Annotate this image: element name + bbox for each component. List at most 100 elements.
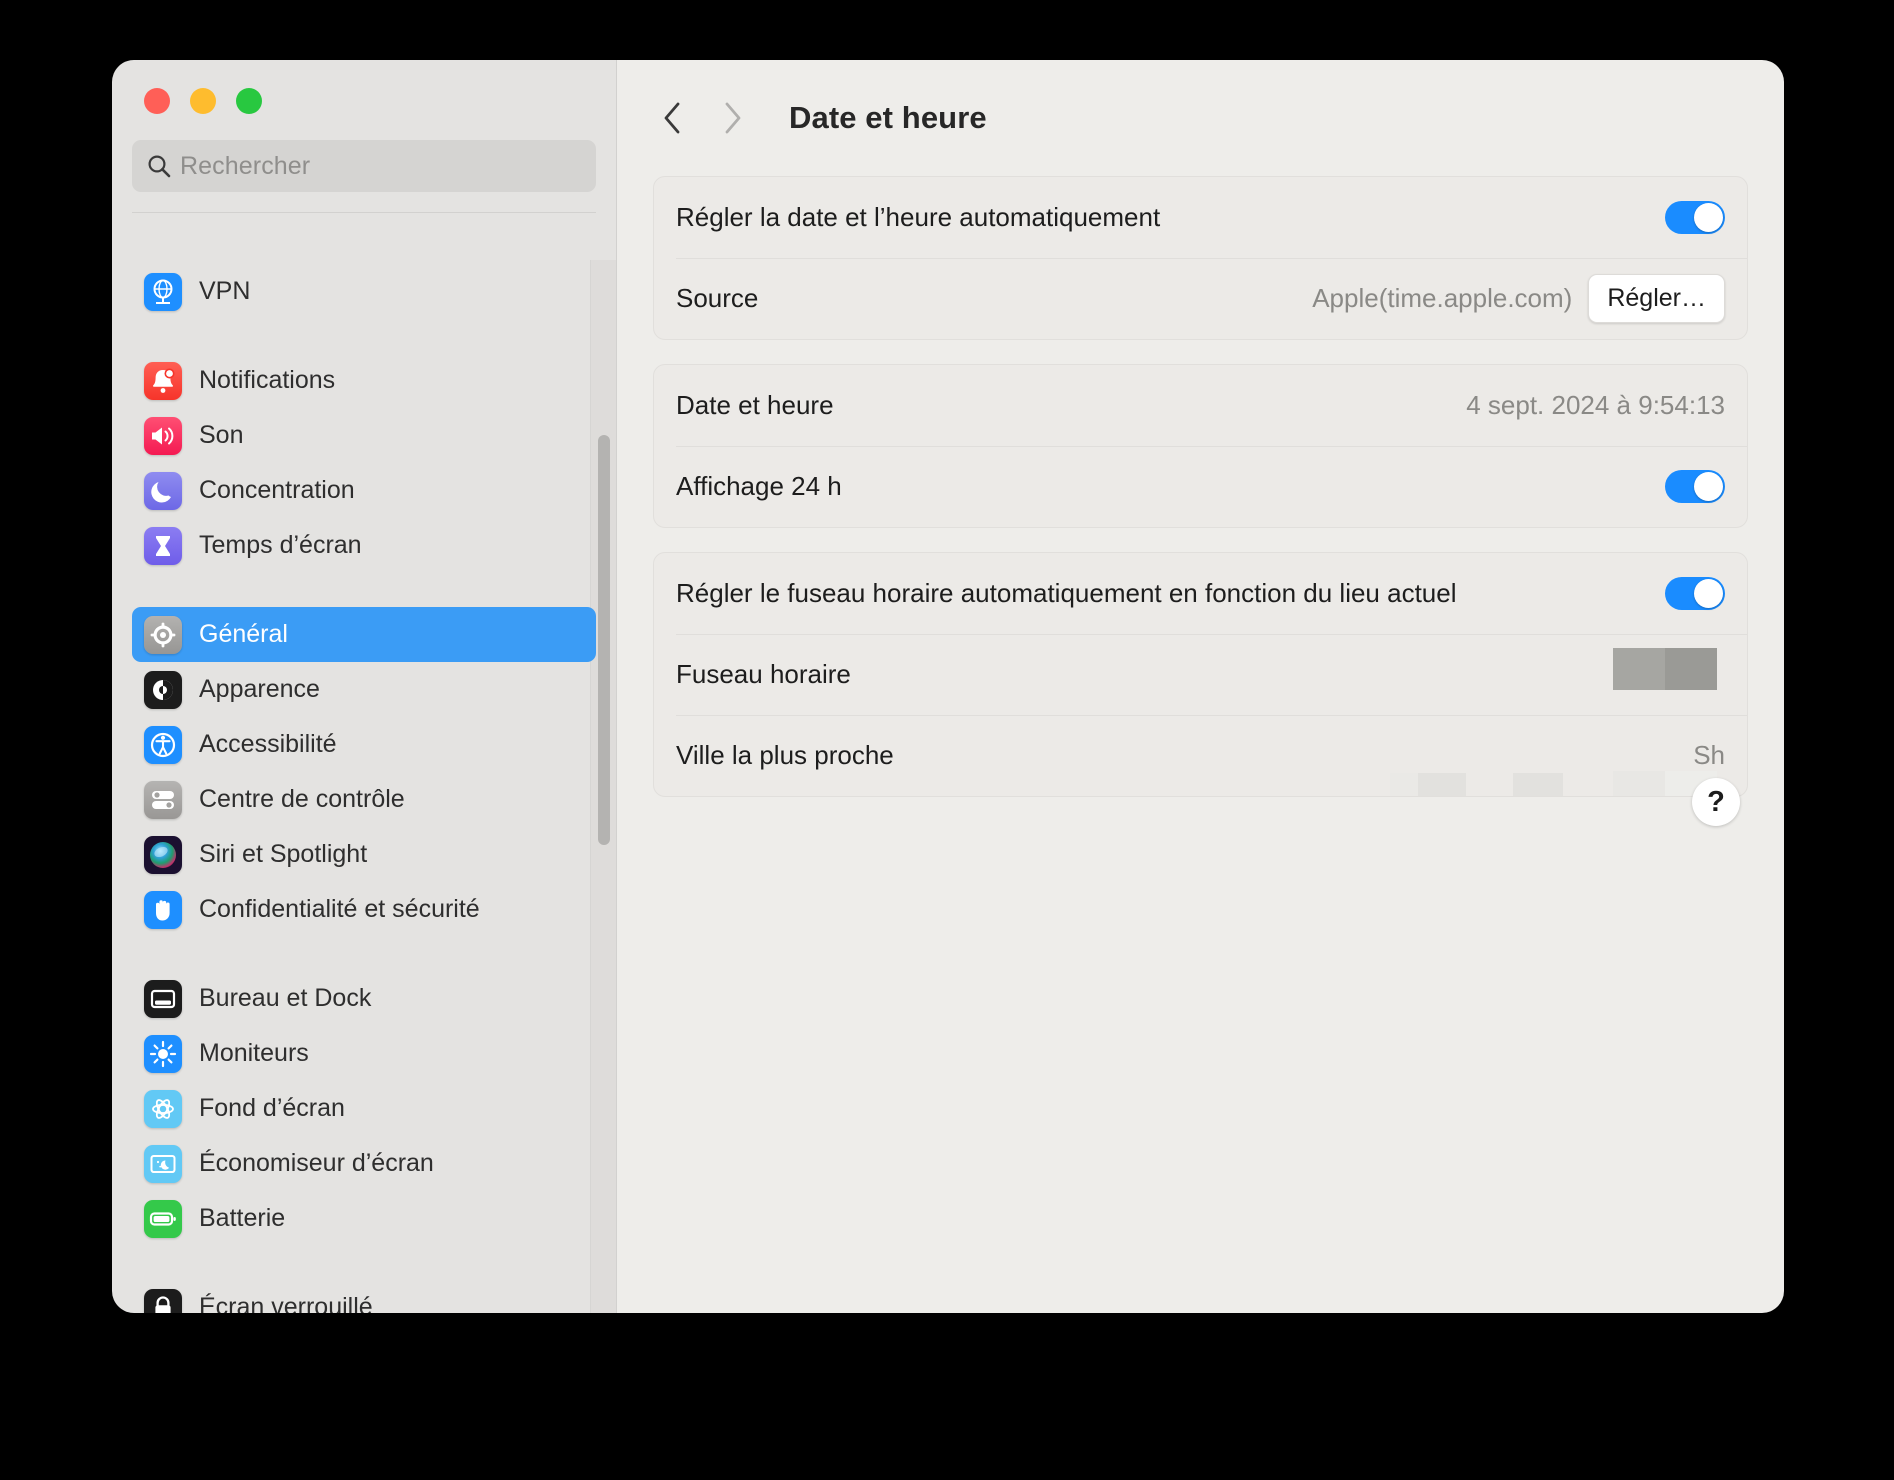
redaction-block (1613, 771, 1665, 796)
row-set-datetime-automatically[interactable]: Régler la date et l’heure automatiquemen… (654, 177, 1747, 258)
sidebar-item-label: Économiseur d’écran (199, 1149, 434, 1177)
sidebar-item-label: VPN (199, 277, 251, 305)
sidebar: Rechercher VPN Notifications Son Concent… (112, 60, 617, 1313)
general-gear-icon (144, 615, 182, 654)
toggle-knob (1694, 203, 1723, 232)
row-source: Source Apple(time.apple.com) Régler… (654, 258, 1747, 339)
sidebar-item-label: Son (199, 421, 244, 449)
battery-icon (144, 1199, 182, 1238)
sidebar-item-confidentialite-et-securite[interactable]: Confidentialité et sécurité (132, 882, 596, 937)
zoom-button[interactable] (236, 88, 262, 114)
closest-city-value: Sh (1693, 740, 1725, 770)
toggle-set-datetime-automatically[interactable] (1665, 201, 1725, 234)
minimize-button[interactable] (190, 88, 216, 114)
chevron-left-icon[interactable] (655, 96, 689, 140)
sidebar-item-label: Fond d’écran (199, 1094, 345, 1122)
row-label: Source (676, 283, 759, 313)
privacy-hand-icon (144, 890, 182, 929)
row-label: Affichage 24 h (676, 471, 842, 501)
sidebar-item-general[interactable]: Général (132, 607, 596, 662)
screen: Rechercher VPN Notifications Son Concent… (0, 0, 1894, 1480)
redaction-block (1513, 773, 1563, 796)
content-pane: Date et heure Régler la date et l’heure … (617, 60, 1784, 1313)
sidebar-item-label: Écran verrouillé (199, 1293, 373, 1313)
sidebar-item-apparence[interactable]: Apparence (132, 662, 596, 717)
sidebar-item-centre-de-controle[interactable]: Centre de contrôle (132, 772, 596, 827)
control-center-icon (144, 780, 182, 819)
sidebar-item-label: Temps d’écran (199, 531, 362, 559)
sidebar-item-label: Batterie (199, 1204, 286, 1232)
appearance-icon (144, 670, 182, 709)
sidebar-item-label: Confidentialité et sécurité (199, 895, 480, 923)
row-date-and-time: Date et heure 4 sept. 2024 à 9:54:13 (654, 365, 1747, 446)
sidebar-item-temps-decran[interactable]: Temps d’écran (132, 518, 596, 573)
source-value: Apple(time.apple.com) (1312, 283, 1573, 313)
current-datetime-value: 4 sept. 2024 à 9:54:13 (1466, 390, 1725, 420)
panel-datetime-display: Date et heure 4 sept. 2024 à 9:54:13 Aff… (653, 364, 1748, 528)
sidebar-group-lock: Écran verrouillé (112, 1280, 616, 1313)
window-traffic-lights (112, 60, 616, 132)
sidebar-group-alerts: Notifications Son Concentration Temps d’… (112, 353, 616, 573)
wallpaper-icon (144, 1089, 182, 1128)
sidebar-item-notifications[interactable]: Notifications (132, 353, 596, 408)
search-input[interactable]: Rechercher (132, 140, 596, 192)
redaction-block (1665, 648, 1717, 690)
row-24h-display[interactable]: Affichage 24 h (654, 446, 1747, 527)
help-button[interactable]: ? (1692, 778, 1740, 826)
redaction-block (1613, 648, 1665, 690)
sidebar-item-concentration[interactable]: Concentration (132, 463, 596, 518)
desktop-dock-icon (144, 979, 182, 1018)
settings-panels: Régler la date et l’heure automatiquemen… (617, 176, 1784, 797)
focus-icon (144, 471, 182, 510)
search-icon (146, 153, 172, 179)
sidebar-item-siri-et-spotlight[interactable]: Siri et Spotlight (132, 827, 596, 882)
sidebar-item-label: Notifications (199, 366, 336, 394)
sidebar-item-accessibilite[interactable]: Accessibilité (132, 717, 596, 772)
system-settings-window: Rechercher VPN Notifications Son Concent… (112, 60, 1784, 1313)
toggle-knob (1694, 579, 1723, 608)
row-closest-city: Ville la plus proche Sh (654, 715, 1747, 796)
toggle-24h-display[interactable] (1665, 470, 1725, 503)
sidebar-item-moniteurs[interactable]: Moniteurs (132, 1026, 596, 1081)
sidebar-item-ecran-verrouille[interactable]: Écran verrouillé (132, 1280, 596, 1313)
sidebar-item-label: Bureau et Dock (199, 984, 372, 1012)
sound-icon (144, 416, 182, 455)
search-area: Rechercher (112, 132, 616, 213)
content-toolbar: Date et heure (617, 60, 1784, 176)
sidebar-item-fond-decran[interactable]: Fond d’écran (132, 1081, 596, 1136)
sidebar-item-label: Général (199, 620, 288, 648)
panel-auto-datetime: Régler la date et l’heure automatiquemen… (653, 176, 1748, 340)
vpn-icon (144, 272, 182, 311)
sidebar-group-system: Général Apparence Accessibilité Centre d… (112, 607, 616, 937)
toggle-knob (1694, 472, 1723, 501)
sidebar-item-son[interactable]: Son (132, 408, 596, 463)
redaction-block (1390, 773, 1418, 796)
sidebar-group-desktop: Bureau et Dock Moniteurs Fond d’écran Éc… (112, 971, 616, 1246)
screen-time-icon (144, 526, 182, 565)
search-placeholder: Rechercher (180, 151, 311, 180)
sidebar-item-vpn[interactable]: VPN (132, 264, 596, 319)
sidebar-item-batterie[interactable]: Batterie (132, 1191, 596, 1246)
row-set-timezone-automatically[interactable]: Régler le fuseau horaire automatiquement… (654, 553, 1747, 634)
row-label: Régler le fuseau horaire automatiquement… (676, 578, 1457, 608)
panel-timezone: Régler le fuseau horaire automatiquement… (653, 552, 1748, 797)
sidebar-item-label: Siri et Spotlight (199, 840, 368, 868)
sidebar-nav: VPN Notifications Son Concentration Temp… (112, 264, 616, 1313)
row-label: Date et heure (676, 390, 834, 420)
sidebar-item-label: Centre de contrôle (199, 785, 405, 813)
sidebar-item-label: Accessibilité (199, 730, 337, 758)
row-label: Régler la date et l’heure automatiquemen… (676, 202, 1161, 232)
row-timezone: Fuseau horaire (654, 634, 1747, 715)
sidebar-item-bureau-et-dock[interactable]: Bureau et Dock (132, 971, 596, 1026)
page-title: Date et heure (789, 100, 987, 135)
sidebar-item-label: Concentration (199, 476, 355, 504)
set-source-button[interactable]: Régler… (1588, 274, 1725, 323)
sidebar-item-economiseur-decran[interactable]: Économiseur d’écran (132, 1136, 596, 1191)
toggle-set-timezone-automatically[interactable] (1665, 577, 1725, 610)
row-label: Fuseau horaire (676, 659, 851, 689)
sidebar-item-label: Moniteurs (199, 1039, 309, 1067)
close-button[interactable] (144, 88, 170, 114)
chevron-right-icon[interactable] (715, 96, 749, 140)
lock-screen-icon (144, 1288, 182, 1313)
accessibility-icon (144, 725, 182, 764)
